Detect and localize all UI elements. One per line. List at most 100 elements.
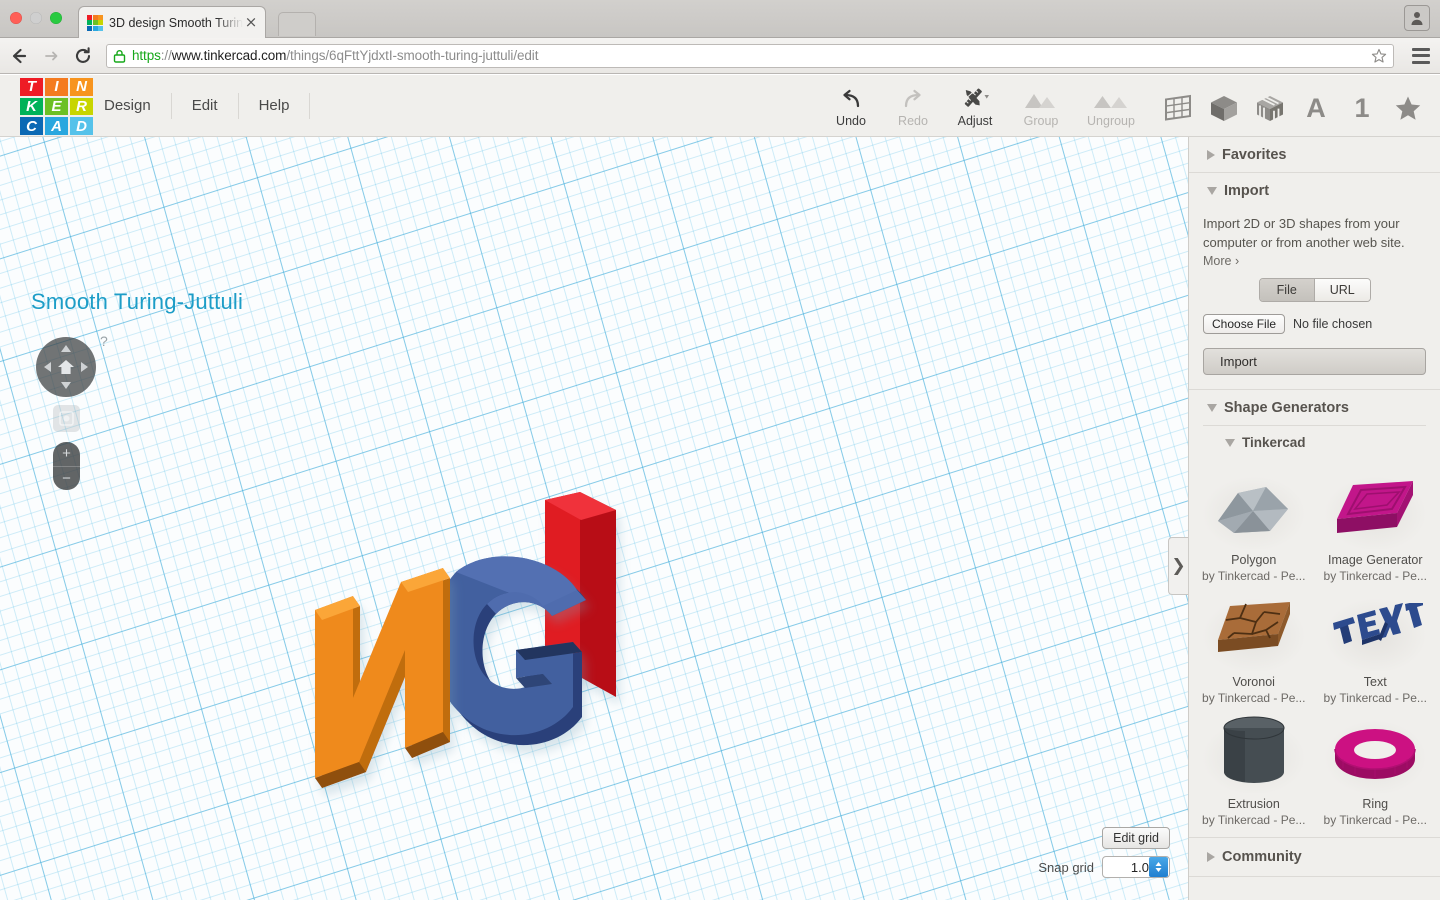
logo-tile-k: K [20, 97, 43, 116]
view-navigator[interactable] [36, 337, 96, 397]
orbit-right-arrow-icon[interactable] [81, 362, 88, 372]
favicon-tile-i [92, 14, 98, 20]
ungroup-label: Ungroup [1087, 114, 1135, 128]
solid-cube-icon[interactable] [1206, 91, 1242, 125]
logo-tile-e: E [45, 97, 68, 116]
import-label: Import [1224, 183, 1270, 199]
forward-arrow-icon [40, 45, 62, 67]
favicon-tile-t [87, 14, 92, 20]
tinkercad-favicon-icon [87, 14, 103, 31]
3d-model-ngi[interactable] [290, 492, 710, 842]
shape-name: Image Generator [1328, 553, 1423, 567]
number-one-icon[interactable]: 1 [1344, 91, 1380, 125]
tinkercad-app: TINKERCAD Design Edit Help Undo Redo Adj… [0, 75, 1440, 900]
star-favorite-icon[interactable] [1390, 91, 1426, 125]
maximize-window-button[interactable] [50, 12, 62, 24]
home-view-icon[interactable] [57, 359, 75, 375]
favicon-tile-d [98, 25, 103, 31]
orbit-disc[interactable] [36, 337, 96, 397]
favicon-tile-a [92, 25, 98, 31]
logo-tile-d: D [70, 117, 93, 135]
browser-tab[interactable]: 3D design Smooth Turing-Juttuli × [78, 6, 266, 38]
import-source-url[interactable]: URL [1314, 279, 1370, 301]
new-tab-button[interactable] [278, 12, 316, 36]
close-window-button[interactable] [10, 12, 22, 24]
design-title[interactable]: Smooth Turing-Juttuli [31, 289, 243, 315]
adjust-label: Adjust [957, 114, 993, 128]
profile-icon[interactable] [1404, 5, 1430, 31]
hamburger-menu-icon[interactable] [1412, 47, 1430, 64]
letter-n-orange [315, 568, 450, 788]
zoom-controls[interactable]: + − [53, 442, 80, 490]
panel-collapse-toggle[interactable]: ❯ [1168, 537, 1188, 595]
shape-generator-item[interactable]: Image Generator by Tinkercad - Pe... [1315, 465, 1437, 587]
choose-file-button[interactable]: Choose File [1203, 314, 1286, 334]
chevron-down-icon [1207, 404, 1217, 412]
shape-generator-item[interactable]: Text by Tinkercad - Pe... [1315, 587, 1437, 709]
letter-g-blue [431, 556, 586, 746]
shape-generator-item[interactable]: Ring by Tinkercad - Pe... [1315, 709, 1437, 831]
zoom-in-button[interactable]: + [53, 442, 80, 467]
menu-design[interactable]: Design [104, 93, 172, 119]
section-import[interactable]: Import [1189, 173, 1440, 208]
group-button[interactable]: Group [1006, 84, 1076, 128]
adjust-button[interactable]: Adjust [944, 84, 1006, 128]
tinkercad-logo[interactable]: TIN KER CAD [20, 78, 93, 135]
redo-button[interactable]: Redo [882, 84, 944, 128]
logo-tile-r: R [70, 97, 93, 116]
undo-button[interactable]: Undo [820, 84, 882, 128]
import-more-link[interactable]: More › [1203, 254, 1426, 268]
section-community[interactable]: Community [1189, 837, 1440, 877]
minimize-window-button[interactable] [30, 12, 42, 24]
chevron-down-icon [1207, 187, 1217, 195]
shape-group-label: Tinkercad [1242, 435, 1306, 450]
menu-edit[interactable]: Edit [172, 93, 239, 119]
url-scheme: https [132, 48, 161, 63]
close-tab-icon[interactable]: × [243, 14, 259, 31]
letter-a-icon[interactable]: A [1298, 91, 1334, 125]
import-source-toggle[interactable]: File URL [1258, 278, 1371, 302]
favicon-tile-c [87, 25, 92, 31]
grid-view-icon[interactable] [1160, 91, 1196, 125]
reload-icon[interactable] [72, 45, 94, 67]
zoom-out-button[interactable]: − [53, 467, 80, 491]
menu-help[interactable]: Help [239, 93, 311, 119]
adjust-tools-icon [960, 84, 990, 110]
polygon-thumb [1195, 471, 1313, 549]
shape-name: Polygon [1231, 553, 1277, 567]
app-toolbar: TINKERCAD Design Edit Help Undo Redo Adj… [0, 75, 1440, 137]
star-icon[interactable] [1371, 48, 1387, 64]
url-host: www.tinkercad.com [171, 48, 287, 63]
snap-grid-stepper[interactable] [1149, 857, 1168, 877]
help-marker[interactable]: ? [100, 333, 108, 349]
import-button[interactable]: Import [1203, 348, 1426, 375]
edit-grid-button[interactable]: Edit grid [1102, 827, 1170, 849]
shape-group-tinkercad[interactable]: Tinkercad [1189, 426, 1440, 459]
orbit-down-arrow-icon[interactable] [61, 382, 71, 389]
shape-generator-item[interactable]: Polygon by Tinkercad - Pe... [1193, 465, 1315, 587]
file-status-text: No file chosen [1293, 317, 1373, 331]
section-shape-generators[interactable]: Shape Generators [1189, 389, 1440, 425]
undo-arrow-icon [839, 84, 863, 110]
patterned-cube-icon[interactable] [1252, 91, 1288, 125]
right-sidebar: Favorites Import Import 2D or 3D shapes … [1188, 137, 1440, 900]
extrusion-thumb [1195, 715, 1313, 793]
window-traffic-lights [10, 12, 62, 24]
browser-navbar: https://www.tinkercad.com/things/6qFttYj… [0, 38, 1440, 74]
orbit-left-arrow-icon[interactable] [44, 362, 51, 372]
shape-generator-item[interactable]: Voronoi by Tinkercad - Pe... [1193, 587, 1315, 709]
ungroup-button[interactable]: Ungroup [1076, 84, 1146, 128]
shape-author: by Tinkercad - Pe... [1202, 813, 1306, 827]
section-favorites[interactable]: Favorites [1189, 137, 1440, 173]
back-arrow-icon[interactable] [8, 45, 30, 67]
shape-name: Voronoi [1232, 675, 1275, 689]
orbit-up-arrow-icon[interactable] [61, 345, 71, 352]
url-bar[interactable]: https://www.tinkercad.com/things/6qFttYj… [106, 43, 1394, 68]
snap-grid-input[interactable]: 1.0 [1102, 856, 1170, 878]
fit-to-view-button[interactable] [53, 405, 80, 432]
shape-generator-item[interactable]: Extrusion by Tinkercad - Pe... [1193, 709, 1315, 831]
import-source-file[interactable]: File [1259, 279, 1314, 301]
voronoi-thumb [1195, 593, 1313, 671]
browser-window: 3D design Smooth Turing-Juttuli × https:… [0, 0, 1440, 900]
3d-viewport[interactable]: Smooth Turing-Juttuli ? + − Edit grid Sn… [0, 137, 1188, 900]
